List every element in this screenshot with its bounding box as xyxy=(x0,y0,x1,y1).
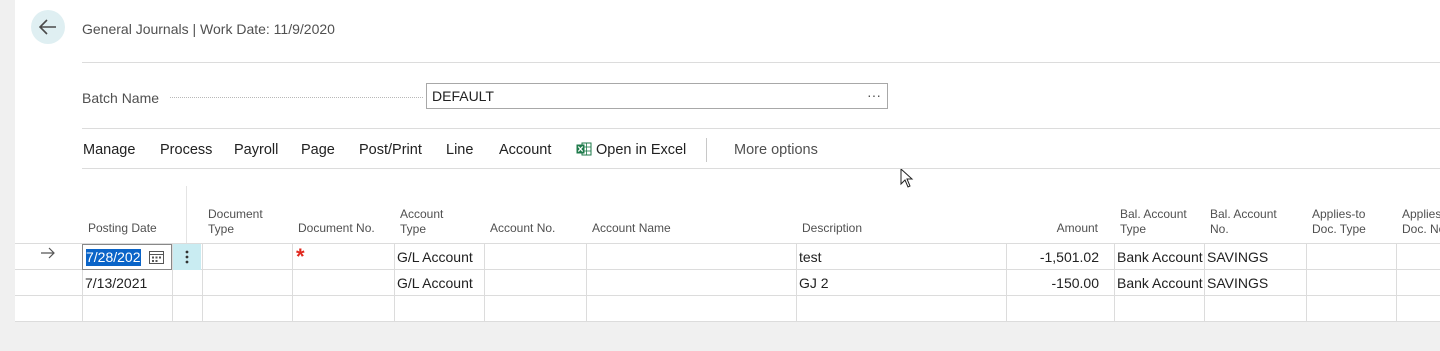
col-header-applies-to-doc-no[interactable]: Applies Doc. No xyxy=(1402,207,1440,237)
description-cell[interactable]: GJ 2 xyxy=(799,275,829,291)
journal-page: General Journals | Work Date: 11/9/2020 … xyxy=(15,0,1440,322)
account-type-cell[interactable]: G/L Account xyxy=(397,249,473,265)
col-header-line: Doc. No xyxy=(1402,222,1440,236)
action-page[interactable]: Page xyxy=(301,142,335,158)
col-header-account-name[interactable]: Account Name xyxy=(592,221,671,236)
grid-line xyxy=(15,269,1440,270)
col-header-account-no[interactable]: Account No. xyxy=(490,221,555,236)
posting-date-input[interactable]: 7/28/202 xyxy=(82,244,172,270)
col-header-line: Type xyxy=(208,222,235,236)
col-header-bal-account-no[interactable]: Bal. Account No. xyxy=(1210,207,1277,237)
posting-date-cell[interactable]: 7/13/2021 xyxy=(85,275,147,291)
divider xyxy=(82,168,1440,169)
col-header-document-no[interactable]: Document No. xyxy=(298,221,375,236)
col-header-line: Document xyxy=(208,207,263,221)
amount-cell[interactable]: -1,501.02 xyxy=(1010,249,1099,265)
required-asterisk-icon: * xyxy=(296,244,305,269)
description-cell[interactable]: test xyxy=(799,249,822,265)
col-header-account-type[interactable]: Account Type xyxy=(400,207,443,237)
col-header-applies-to-doc-type[interactable]: Applies-to Doc. Type xyxy=(1312,207,1366,237)
bal-account-type-cell[interactable]: Bank Account xyxy=(1117,249,1203,265)
col-header-line: No. xyxy=(1210,222,1229,236)
empty-new-row[interactable] xyxy=(82,296,1440,321)
back-arrow-icon xyxy=(39,19,56,35)
grid-line xyxy=(15,243,1440,244)
amount-cell[interactable]: -150.00 xyxy=(1010,275,1099,291)
col-header-line: Bal. Account xyxy=(1210,207,1277,221)
action-more-options[interactable]: More options xyxy=(734,142,818,158)
grid-line xyxy=(15,321,1440,322)
field-leader-dots xyxy=(170,97,423,98)
bal-account-type-cell[interactable]: Bank Account xyxy=(1117,275,1203,291)
col-header-document-type[interactable]: Document Type xyxy=(208,207,263,237)
col-header-line: Applies-to xyxy=(1312,207,1366,221)
excel-icon xyxy=(576,142,592,156)
account-type-cell[interactable]: G/L Account xyxy=(397,275,473,291)
bal-account-no-cell[interactable]: SAVINGS xyxy=(1207,275,1268,291)
col-header-line: Type xyxy=(400,222,427,236)
bal-account-no-cell[interactable]: SAVINGS xyxy=(1207,249,1268,265)
col-header-line: Account xyxy=(400,207,444,221)
col-header-bal-account-type[interactable]: Bal. Account Type xyxy=(1120,207,1187,237)
calendar-icon[interactable] xyxy=(149,250,164,264)
left-gutter xyxy=(0,0,15,351)
action-separator xyxy=(706,138,707,162)
batch-lookup-button[interactable]: ··· xyxy=(867,83,881,107)
posting-date-selected-text: 7/28/202 xyxy=(86,249,141,266)
batch-name-value: DEFAULT xyxy=(432,88,494,104)
col-header-line: Bal. Account xyxy=(1120,207,1187,221)
vertical-ellipsis-icon xyxy=(185,250,189,264)
action-line[interactable]: Line xyxy=(446,142,473,158)
col-header-line: Type xyxy=(1120,222,1147,236)
back-button[interactable] xyxy=(31,10,65,44)
col-header-line: Doc. Type xyxy=(1312,222,1366,236)
mouse-pointer-icon xyxy=(900,168,914,188)
col-header-line: Applies xyxy=(1402,207,1440,221)
header-divider xyxy=(186,186,187,244)
action-post-print[interactable]: Post/Print xyxy=(359,142,422,158)
action-payroll[interactable]: Payroll xyxy=(234,142,278,158)
col-header-posting-date[interactable]: Posting Date xyxy=(88,221,157,236)
right-arrow-icon xyxy=(41,247,55,259)
divider xyxy=(82,128,1440,129)
action-manage[interactable]: Manage xyxy=(83,142,135,158)
action-process[interactable]: Process xyxy=(160,142,212,158)
action-open-in-excel[interactable]: Open in Excel xyxy=(596,142,686,158)
row-actions-button[interactable] xyxy=(173,244,201,270)
batch-name-label: Batch Name xyxy=(82,90,160,106)
divider xyxy=(82,62,1440,63)
col-header-amount[interactable]: Amount xyxy=(1010,221,1098,236)
col-header-description[interactable]: Description xyxy=(802,221,862,236)
batch-name-field[interactable]: DEFAULT ··· xyxy=(426,83,888,109)
page-title: General Journals | Work Date: 11/9/2020 xyxy=(82,21,335,37)
action-account[interactable]: Account xyxy=(499,142,551,158)
